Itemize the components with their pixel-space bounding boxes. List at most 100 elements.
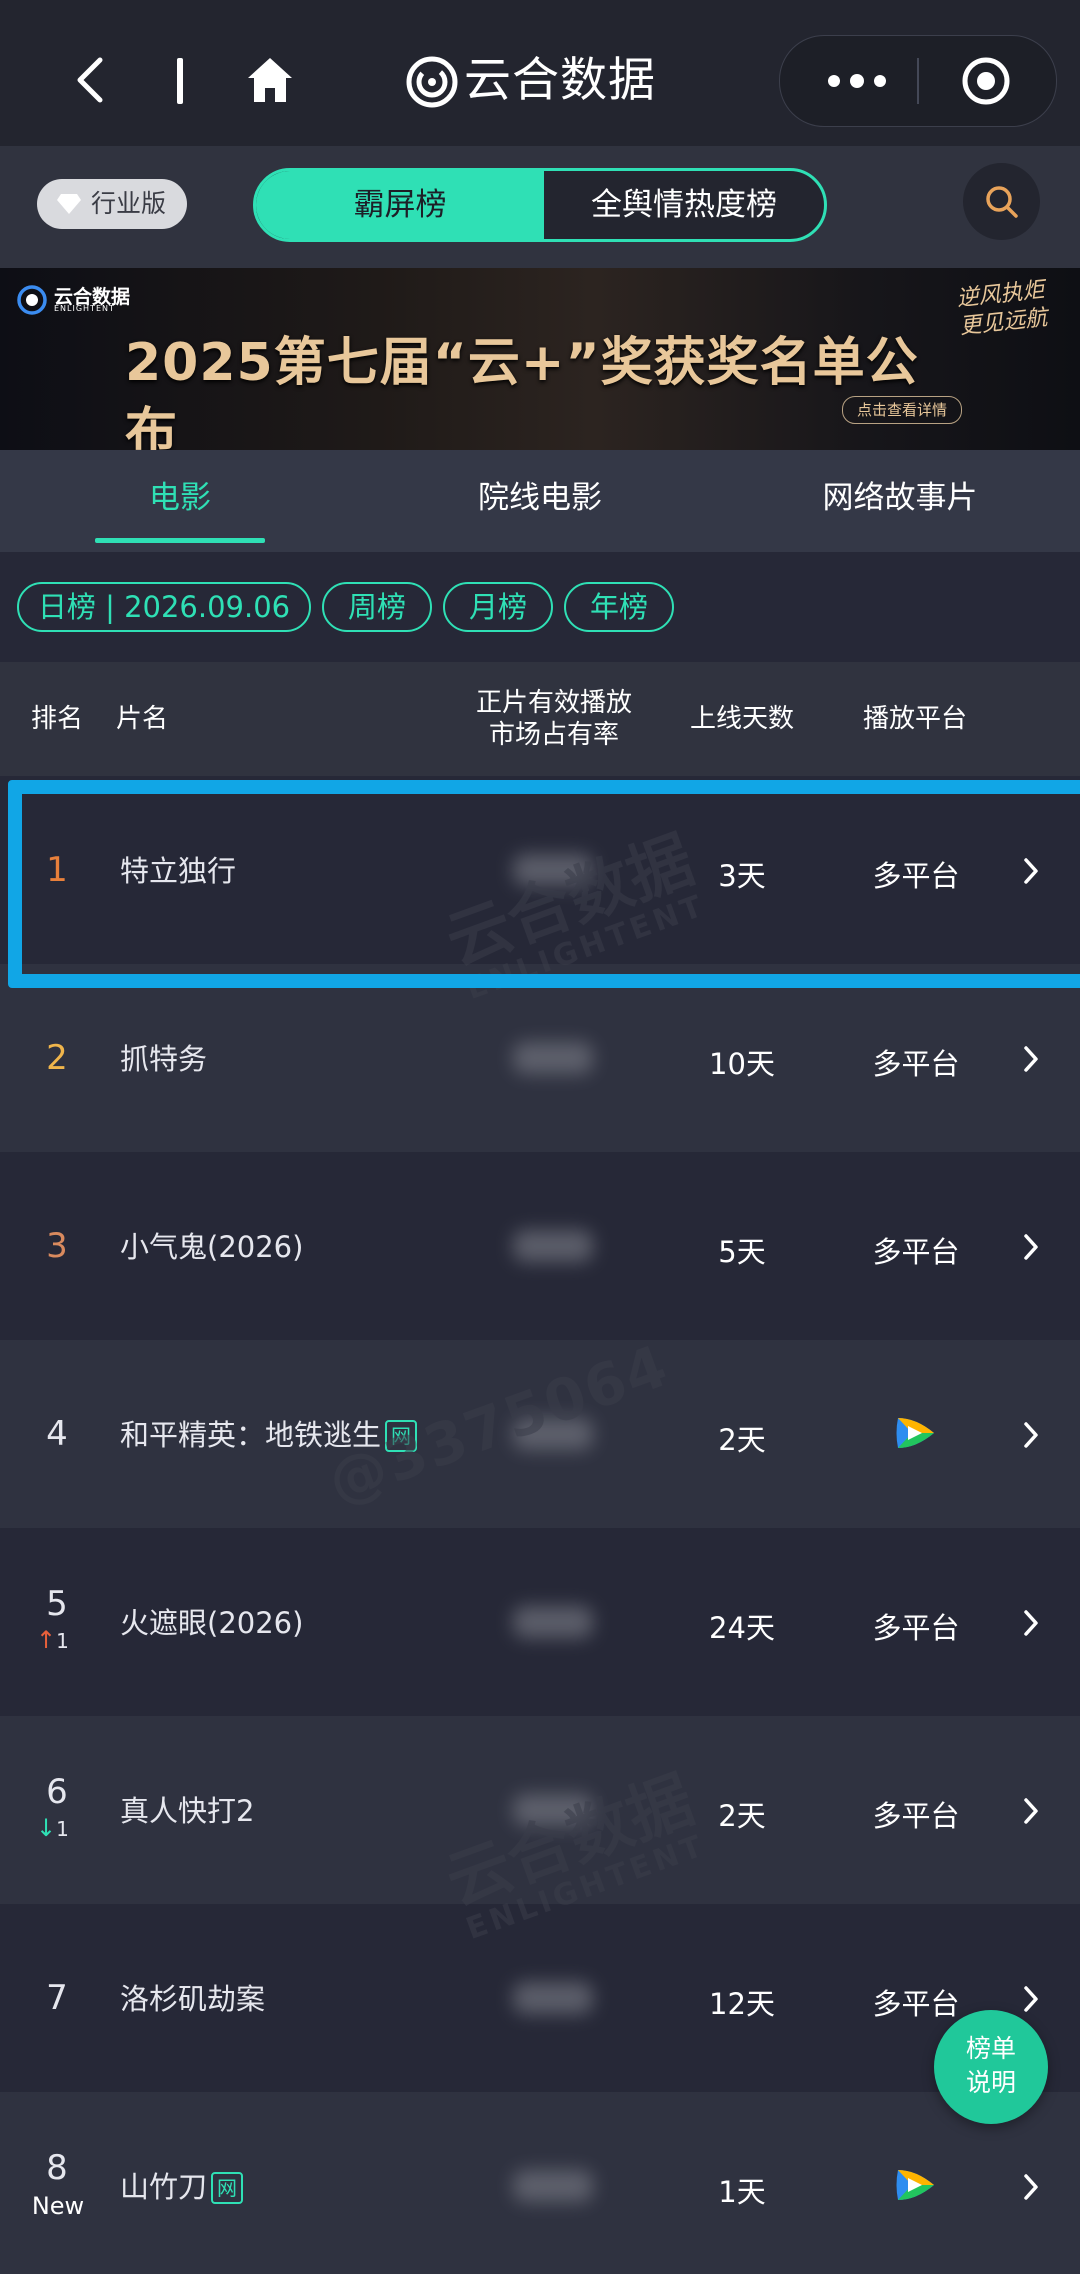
days-online: 3天: [718, 859, 766, 893]
ranking-explanation-button[interactable]: 榜单 说明: [934, 2010, 1048, 2124]
new-badge: New: [31, 2192, 85, 2220]
ranking-switch-bar: 行业版 霸屏榜 全舆情热度榜: [0, 146, 1080, 268]
tab-screen-ranking[interactable]: 霸屏榜: [256, 171, 544, 239]
home-icon[interactable]: [244, 54, 296, 106]
mini-program-capsule: [779, 35, 1057, 127]
share-value-blurred: [513, 1042, 593, 1074]
mini-program-topbar: 云合数据: [0, 0, 1080, 146]
rank-number: 3: [46, 1226, 68, 1266]
rank-number: 1: [46, 850, 68, 890]
movie-title: 小气鬼(2026): [120, 1230, 304, 1264]
movie-title-text: 山竹刀: [120, 2170, 208, 2204]
days-online: 5天: [718, 1235, 766, 1269]
table-row[interactable]: 8 New 山竹刀网 1天: [0, 2092, 1080, 2274]
online-film-tag: 网: [211, 2172, 244, 2204]
rank-number: 6: [46, 1772, 68, 1812]
col-platform: 播放平台: [863, 704, 968, 734]
rank-number: 5: [46, 1584, 68, 1624]
chevron-right-icon: [1024, 1986, 1038, 2012]
movie-title: 特立独行: [120, 854, 237, 888]
search-icon: [986, 186, 1018, 218]
nav-separator: [177, 58, 183, 104]
banner-slogan: 逆风执炬 更见远航: [955, 277, 1049, 340]
col-days: 上线天数: [690, 704, 795, 734]
platform-label: 多平台: [872, 1611, 960, 1645]
chevron-right-icon: [1024, 1234, 1038, 1260]
banner-logo: 云合数据 ENLIGHTENT: [16, 282, 136, 318]
chevron-right-icon: [1024, 858, 1038, 884]
trend-value: 1: [56, 1629, 69, 1653]
ranking-segment-control: 霸屏榜 全舆情热度榜: [253, 168, 827, 242]
movie-title: 真人快打2: [120, 1794, 255, 1828]
movie-title: 山竹刀网: [120, 2164, 244, 2206]
table-row[interactable]: 5 ↑1 火遮眼(2026) 24天 多平台: [0, 1528, 1080, 1716]
rank-trend: ↑1: [36, 1626, 96, 1654]
capsule-separator: [917, 58, 919, 104]
platform-label: 多平台: [872, 1799, 960, 1833]
tab-theatrical-movie[interactable]: 院线电影: [420, 450, 660, 552]
chevron-right-icon: [1024, 1610, 1038, 1636]
period-filter: 日榜 | 2026.09.06 周榜 月榜 年榜: [0, 552, 1080, 662]
share-value-blurred: [513, 1230, 593, 1262]
table-row[interactable]: 2 抓特务 10天 多平台: [0, 964, 1080, 1152]
banner-logo-sub: ENLIGHTENT: [54, 304, 115, 313]
trend-value: 1: [56, 1817, 69, 1841]
movie-title: 和平精英：地铁逃生网: [120, 1412, 418, 1454]
table-row[interactable]: 6 ↓1 真人快打2 2天 多平台: [0, 1716, 1080, 1904]
banner-detail-button[interactable]: 点击查看详情: [842, 396, 962, 424]
col-share-line2: 市场占有率: [489, 720, 620, 750]
days-online: 2天: [718, 1799, 766, 1833]
chevron-left-icon[interactable]: [66, 54, 118, 106]
share-value-blurred: [513, 1606, 593, 1638]
share-value-blurred: [513, 2170, 593, 2202]
fab-line2: 说明: [965, 2068, 1016, 2097]
period-monthly-pill[interactable]: 月榜: [443, 582, 553, 632]
period-yearly-pill[interactable]: 年榜: [564, 582, 674, 632]
online-film-tag: 网: [385, 1420, 418, 1452]
tab-public-opinion-ranking[interactable]: 全舆情热度榜: [544, 171, 824, 239]
app-logo-icon: [17, 285, 47, 315]
chevron-right-icon: [1024, 1046, 1038, 1072]
col-rank: 排名: [31, 704, 84, 734]
rank-trend: ↓1: [36, 1814, 96, 1842]
table-row[interactable]: 4 和平精英：地铁逃生网 2天: [0, 1340, 1080, 1528]
platform-label: 多平台: [872, 1047, 960, 1081]
col-title: 片名: [116, 704, 169, 734]
share-value-blurred: [513, 1982, 593, 2014]
arrow-down-icon: ↓: [36, 1814, 57, 1842]
chevron-right-icon: [1024, 1798, 1038, 1824]
capsule-close-icon[interactable]: [961, 56, 1011, 106]
tab-online-movie[interactable]: 网络故事片: [800, 450, 1000, 552]
days-online: 12天: [709, 1987, 775, 2021]
tencent-video-icon: [896, 2170, 934, 2200]
rank-number: 7: [46, 1978, 68, 2018]
share-value-blurred: [513, 854, 593, 886]
period-weekly-pill[interactable]: 周榜: [322, 582, 432, 632]
movie-title: 洛杉矶劫案: [120, 1982, 266, 2016]
banner-title: 2025第七届“云+”奖获奖名单公布: [125, 333, 919, 450]
days-online: 2天: [718, 1423, 766, 1457]
arrow-up-icon: ↑: [36, 1626, 57, 1654]
platform-label: 多平台: [872, 1235, 960, 1269]
award-banner[interactable]: 云合数据 ENLIGHTENT 2025第七届“云+”奖获奖名单公布 逆风执炬 …: [0, 268, 1080, 450]
diamond-icon: [57, 194, 81, 214]
share-value-blurred: [513, 1418, 593, 1450]
table-row[interactable]: 3 小气鬼(2026) 5天 多平台: [0, 1152, 1080, 1340]
table-row[interactable]: 7 洛杉矶劫案 12天 多平台: [0, 1904, 1080, 2092]
industry-edition-button[interactable]: 行业版: [37, 179, 187, 229]
table-header: 排名 片名 正片有效播放 市场占有率 上线天数 播放平台: [0, 662, 1080, 776]
chevron-right-icon: [1024, 2174, 1038, 2200]
days-online: 10天: [709, 1047, 775, 1081]
tab-movie[interactable]: 电影: [80, 450, 280, 552]
search-button[interactable]: [963, 163, 1040, 240]
table-row[interactable]: 1 特立独行 3天 多平台: [0, 776, 1080, 964]
active-tab-underline: [95, 538, 265, 543]
chevron-right-icon: [1024, 1422, 1038, 1448]
industry-edition-label: 行业版: [91, 189, 167, 218]
platform-label: 多平台: [872, 859, 960, 893]
col-share-line1: 正片有效播放: [476, 688, 633, 718]
tencent-video-icon: [896, 1418, 934, 1448]
more-icon[interactable]: [822, 66, 892, 96]
period-daily-pill[interactable]: 日榜 | 2026.09.06: [17, 582, 311, 632]
rank-number: 2: [46, 1038, 68, 1078]
